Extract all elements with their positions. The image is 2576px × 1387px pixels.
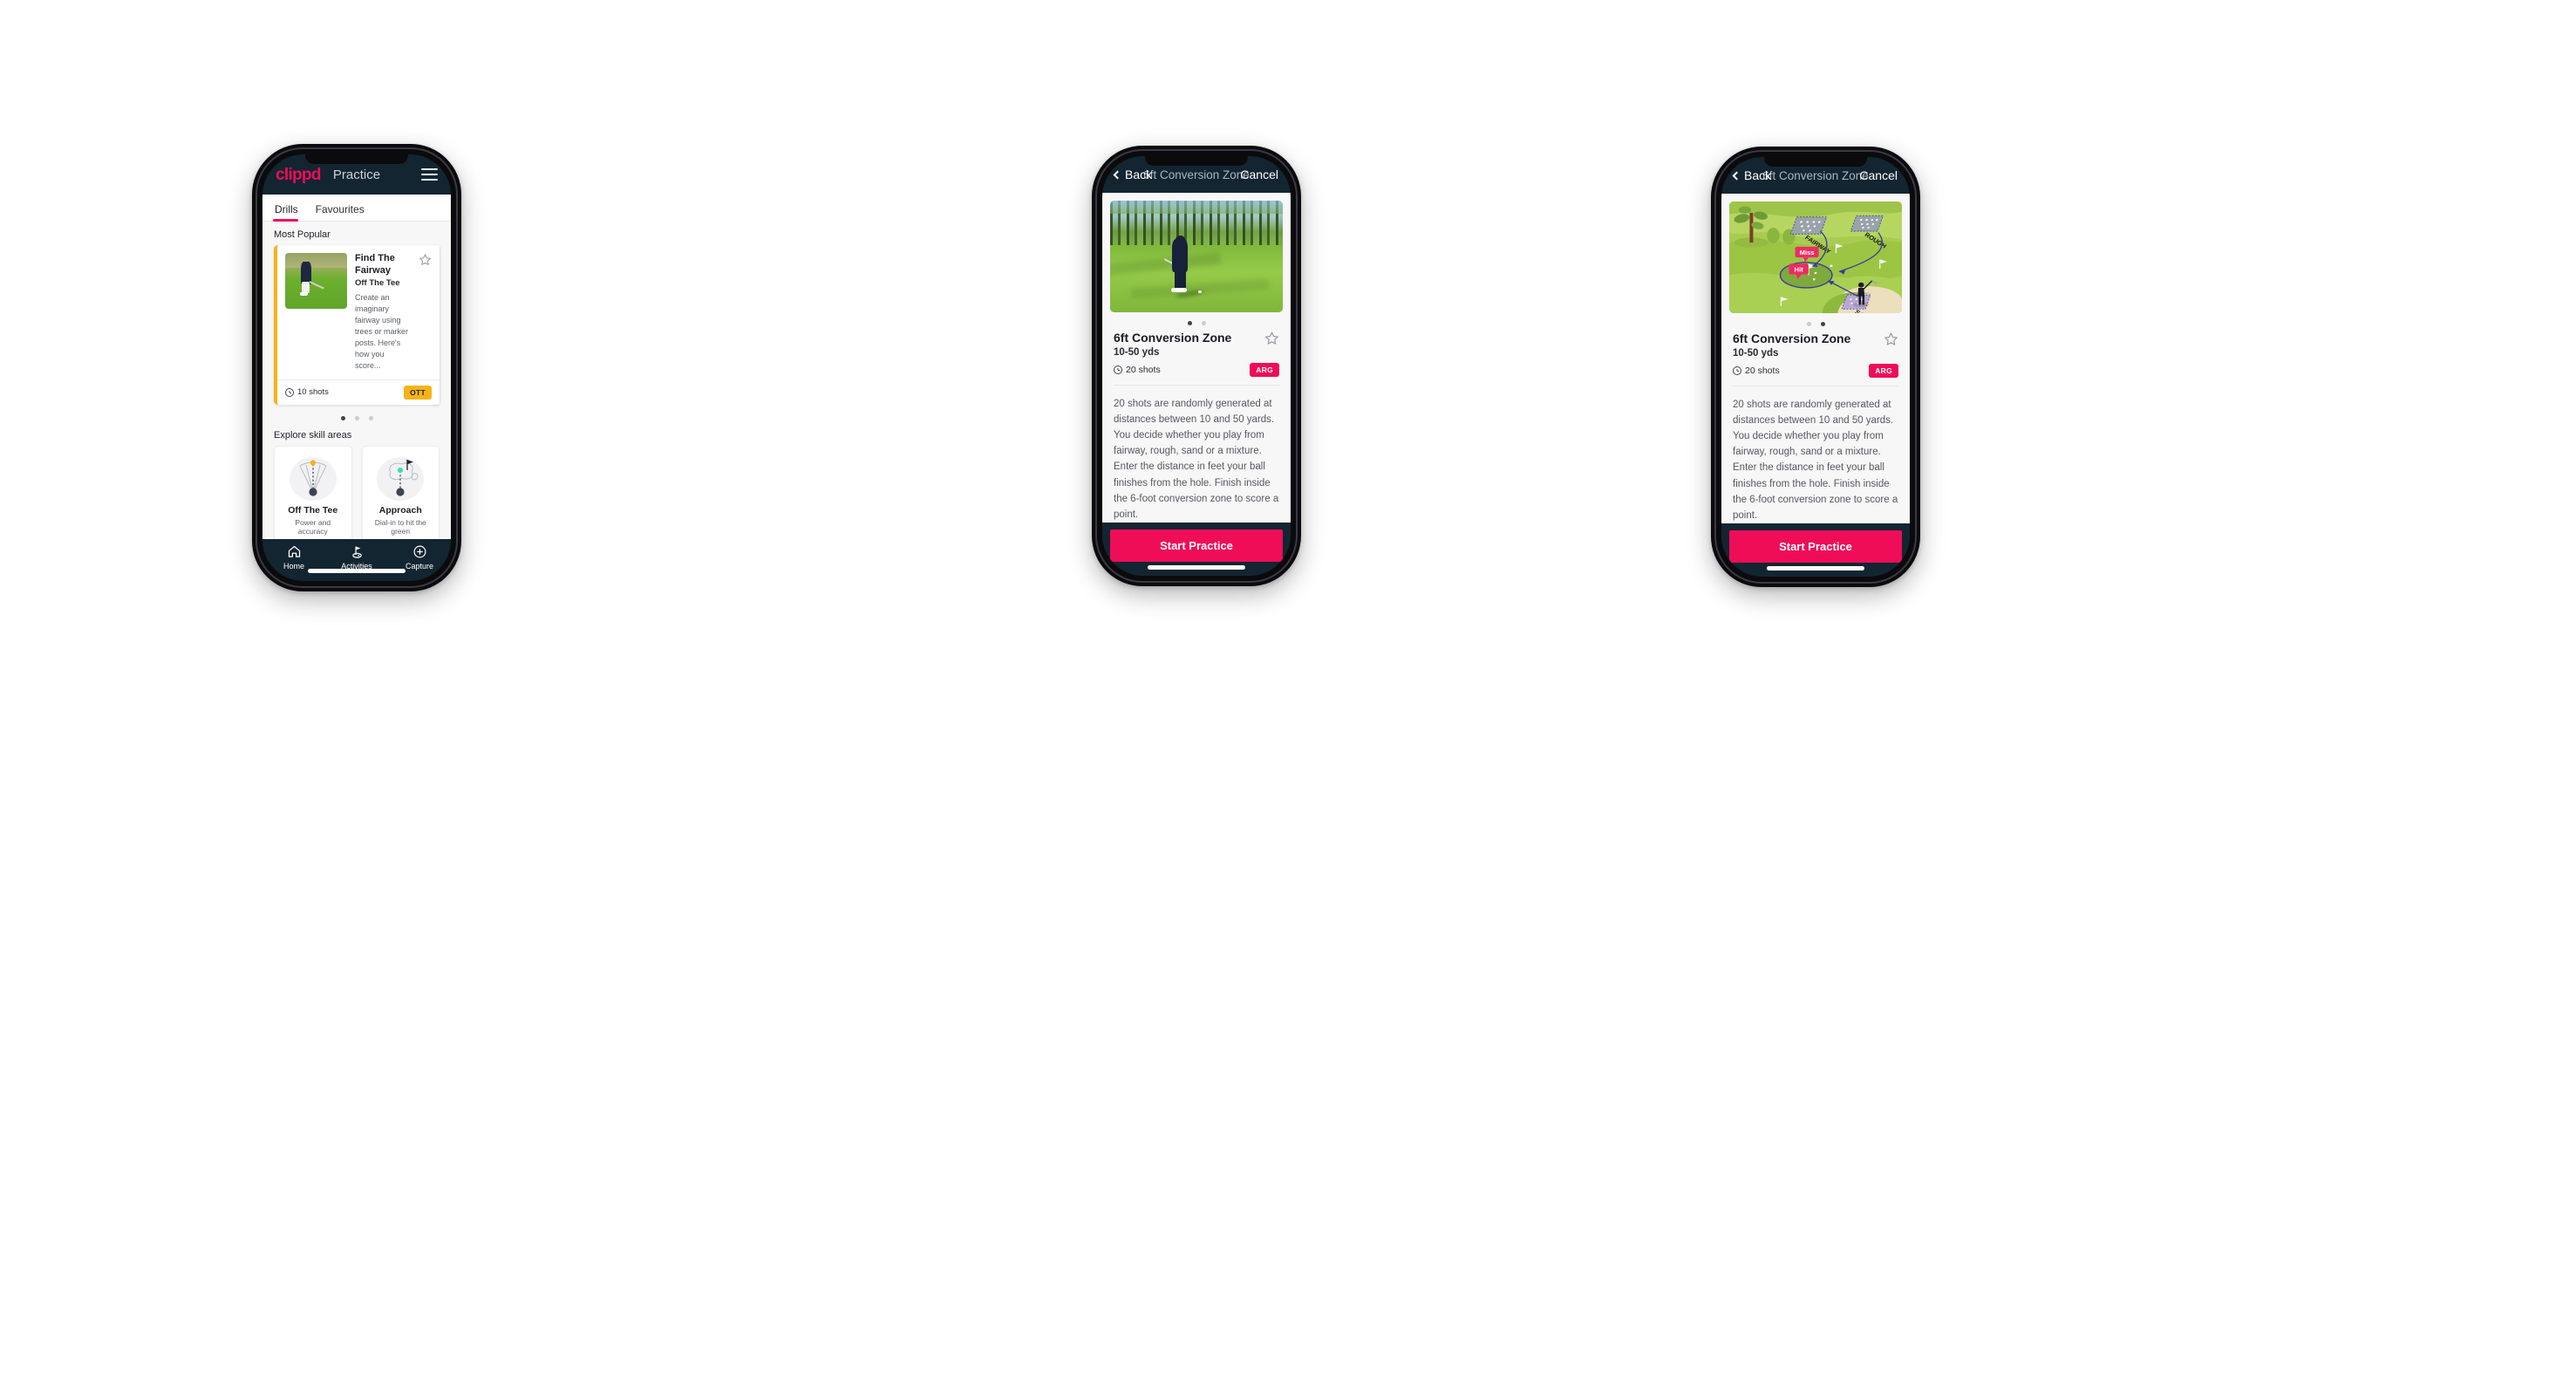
skill-desc: Power and accuracy [295, 517, 331, 536]
drill-media-photo[interactable] [1110, 201, 1283, 313]
notch [1764, 157, 1867, 167]
golf-flag-icon [351, 546, 362, 558]
skill-name: Off The Tee [288, 504, 338, 516]
start-practice-button[interactable]: Start Practice [1110, 530, 1283, 562]
home-indicator [308, 569, 405, 573]
status-badge-arg: ARG [1250, 362, 1279, 377]
drill-description: 20 shots are randomly generated at dista… [1114, 398, 1279, 520]
svg-text:Miss: Miss [1800, 249, 1815, 256]
drill-title: 6ft Conversion Zone [1114, 331, 1232, 345]
drill-description: Create an imaginary fairway using trees … [355, 292, 409, 370]
media-dot[interactable] [1806, 322, 1811, 327]
tee-fan-icon [280, 454, 346, 503]
notch [305, 154, 408, 164]
hamburger-icon[interactable] [421, 167, 438, 181]
approach-green-icon [368, 454, 434, 503]
cancel-button[interactable]: Cancel [1859, 168, 1898, 182]
cancel-button[interactable]: Cancel [1240, 167, 1278, 181]
start-practice-button[interactable]: Start Practice [1729, 530, 1902, 563]
drill-shots-label: 10 shots [297, 387, 329, 398]
drill-header: 6ft Conversion Zone 10-50 yds 20 shots A… [1721, 331, 1910, 378]
nav-label: Home [283, 562, 304, 571]
nav-item-activities[interactable]: Activities [325, 544, 388, 571]
home-icon [288, 545, 300, 557]
clock-icon [1114, 365, 1122, 374]
drill-distance: 10-50 yds [1733, 347, 1779, 359]
carousel-dot[interactable] [368, 415, 373, 420]
drill-thumbnail [285, 253, 347, 309]
clock-icon [1733, 366, 1741, 375]
star-outline-icon[interactable] [1264, 331, 1279, 345]
drill-media-illustration[interactable]: FAIRWAY ROUGH Miss Hit [1729, 202, 1902, 314]
status-badge-ott: OTT [404, 385, 432, 400]
media-dot[interactable] [1201, 321, 1206, 326]
most-popular-heading: Most Popular [274, 229, 331, 240]
drill-shots: 20 shots [1114, 365, 1161, 375]
media-dots[interactable] [1721, 313, 1910, 331]
back-button[interactable]: Back [1113, 167, 1153, 181]
nav-label: Capture [405, 562, 434, 571]
phone-1-content: Most Popular Find The Fairway Off The Te… [262, 222, 451, 539]
phone-1-screen: clippd Practice Drills Favourites Most P… [262, 154, 451, 581]
skill-name: Approach [378, 504, 422, 516]
svg-text:Hit: Hit [1795, 266, 1804, 274]
chevron-left-icon [1732, 171, 1741, 180]
home-indicator [1148, 565, 1245, 570]
media-dot[interactable] [1187, 321, 1192, 326]
drill-shots-label: 20 shots [1126, 364, 1161, 375]
tab-favourites[interactable]: Favourites [314, 203, 372, 221]
star-outline-icon[interactable] [1884, 331, 1898, 346]
phone-3-frame: Back 6ft Conversion Zone Cancel FAIRWAY … [1711, 147, 1920, 587]
back-button[interactable]: Back [1732, 168, 1772, 182]
skill-areas-grid: Off The Tee Power and accuracy Approach … [262, 445, 451, 539]
most-popular-carousel[interactable]: Find The Fairway Off The Tee Create an i… [262, 245, 451, 405]
screenshot-canvas: clippd Practice Drills Favourites Most P… [0, 0, 2576, 1387]
media-dots[interactable] [1102, 312, 1291, 331]
course-diagram-icon: FAIRWAY ROUGH Miss Hit [1729, 202, 1902, 314]
drill-shots-label: 20 shots [1745, 365, 1780, 376]
clock-icon [285, 387, 294, 397]
star-outline-icon[interactable] [419, 253, 432, 266]
tab-drills[interactable]: Drills [273, 203, 306, 222]
drill-title: Find The Fairway [355, 253, 395, 276]
home-indicator [1767, 566, 1864, 571]
status-badge-arg: ARG [1869, 363, 1898, 378]
skill-card-approach[interactable]: Approach Dial-in to hit the green [361, 445, 440, 539]
clippd-logo[interactable]: clippd [276, 167, 321, 183]
carousel-dots[interactable] [262, 405, 451, 430]
drill-header: 6ft Conversion Zone 10-50 yds 20 shots A… [1102, 331, 1291, 377]
back-label: Back [1744, 168, 1772, 182]
tab-bar: Drills Favourites [262, 195, 451, 222]
drill-shots: 10 shots [285, 387, 329, 397]
carousel-dot[interactable] [354, 415, 359, 420]
explore-heading: Explore skill areas [274, 429, 352, 441]
phone-3-content: FAIRWAY ROUGH Miss Hit 6ft Conversion Zo… [1721, 194, 1910, 523]
carousel-dot[interactable] [340, 415, 345, 420]
skill-card-off-the-tee[interactable]: Off The Tee Power and accuracy [274, 445, 352, 539]
drill-description: 20 shots are randomly generated at dista… [1733, 399, 1898, 521]
drill-distance: 10-50 yds [1114, 346, 1160, 358]
phone-3-screen: Back 6ft Conversion Zone Cancel FAIRWAY … [1721, 157, 1910, 577]
phone-1-frame: clippd Practice Drills Favourites Most P… [252, 144, 461, 591]
phone-2-frame: Back 6ft Conversion Zone Cancel 6ft Conv… [1092, 146, 1301, 586]
notch [1145, 156, 1248, 166]
drill-shots: 20 shots [1733, 366, 1780, 376]
chevron-left-icon [1113, 170, 1122, 179]
drill-category: Off The Tee [355, 277, 400, 288]
plus-circle-icon [413, 545, 426, 558]
media-dot[interactable] [1820, 322, 1825, 327]
back-label: Back [1125, 167, 1153, 181]
skill-desc: Dial-in to hit the green [374, 517, 426, 536]
bottom-navigation: Home Activities Capture [262, 539, 451, 581]
drill-title: 6ft Conversion Zone [1733, 331, 1851, 346]
nav-item-home[interactable]: Home [262, 544, 325, 571]
drill-card-find-the-fairway[interactable]: Find The Fairway Off The Tee Create an i… [274, 245, 440, 405]
phone-2-screen: Back 6ft Conversion Zone Cancel 6ft Conv… [1102, 156, 1291, 576]
nav-item-capture[interactable]: Capture [388, 544, 451, 571]
phone-2-content: 6ft Conversion Zone 10-50 yds 20 shots A… [1102, 193, 1291, 523]
